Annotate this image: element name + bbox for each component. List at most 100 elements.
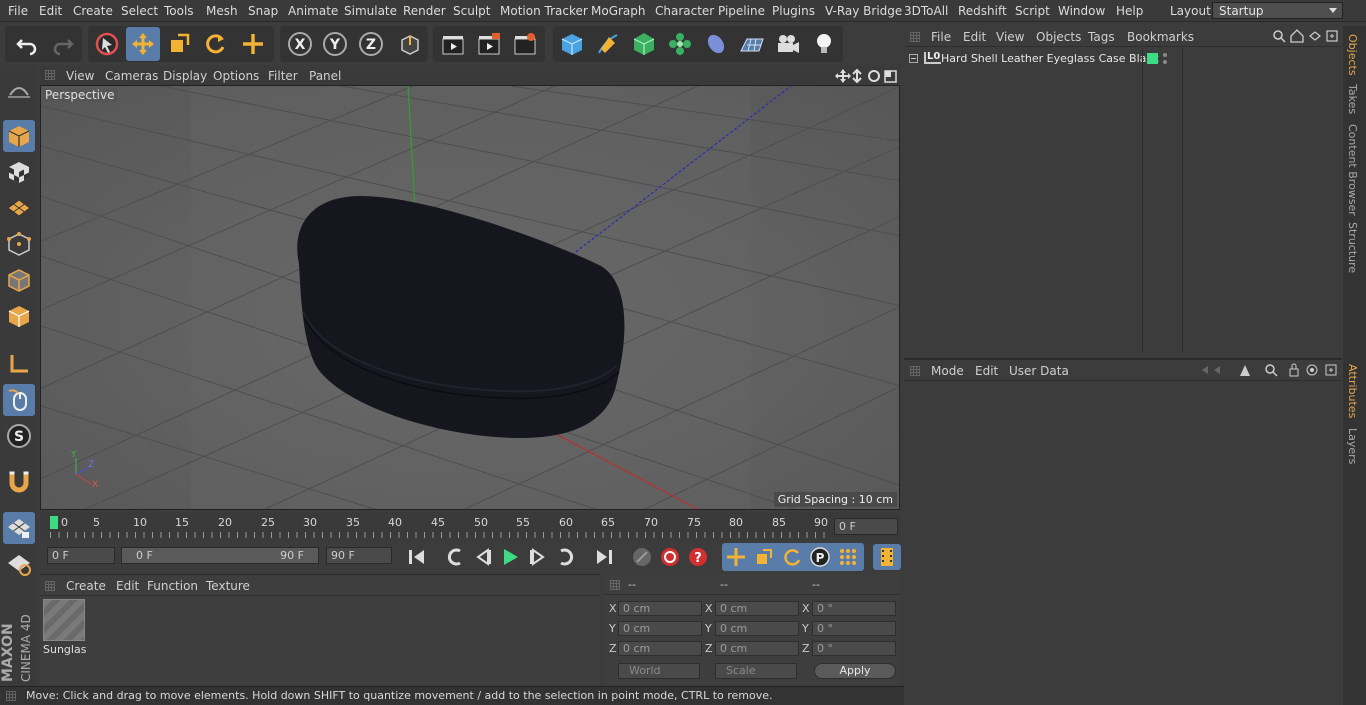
layer-color-swatch[interactable] (1147, 53, 1158, 64)
object-menu-file[interactable]: File (931, 30, 951, 44)
render-picture-viewer-button[interactable] (472, 27, 506, 61)
object-menu-tags[interactable]: Tags (1088, 30, 1115, 44)
range-slider[interactable]: 0 F 90 F (121, 547, 319, 564)
timeline-ruler[interactable]: 0 5 10 15 20 25 30 35 40 45 50 55 60 65 … (40, 512, 900, 542)
panel-grip-icon[interactable] (910, 366, 920, 376)
viewport-menu-options[interactable]: Options (213, 69, 259, 83)
position-z-field[interactable]: 0 cm (618, 641, 702, 656)
point-level-key-button[interactable] (834, 544, 862, 570)
autokey-button[interactable] (656, 544, 684, 570)
apply-button[interactable]: Apply (814, 663, 896, 679)
deformer-button[interactable] (699, 27, 733, 61)
live-select-button[interactable] (90, 27, 124, 61)
menu-redshift[interactable]: Redshift (958, 4, 1007, 18)
current-frame-field[interactable]: 0 F (834, 518, 898, 535)
tab-objects[interactable]: Objects (1346, 34, 1359, 76)
workplane-mode-button[interactable] (3, 192, 35, 224)
previous-frame-button[interactable] (469, 544, 497, 570)
play-button[interactable] (496, 544, 524, 570)
menu-create[interactable]: Create (73, 4, 113, 18)
go-to-end-button[interactable] (590, 544, 618, 570)
material-thumbnail[interactable] (43, 599, 85, 641)
playhead-marker[interactable] (50, 516, 58, 529)
end-frame-field[interactable]: 90 F (326, 547, 392, 564)
light-button[interactable] (807, 27, 841, 61)
axis-mode-button[interactable] (3, 348, 35, 380)
rotation-key-button[interactable] (778, 544, 806, 570)
object-menu-objects[interactable]: Objects (1036, 30, 1081, 44)
keyframe-selection-button[interactable]: ? (684, 544, 712, 570)
material-menu-function[interactable]: Function (147, 579, 198, 593)
rotation-p-field[interactable]: 0 ° (812, 621, 896, 636)
scale-button[interactable] (162, 27, 196, 61)
rotation-h-field[interactable]: 0 ° (812, 601, 896, 616)
menu-file[interactable]: File (8, 4, 28, 18)
pen-button[interactable] (591, 27, 625, 61)
y-axis-button[interactable]: Y (318, 27, 352, 61)
attribute-menu-mode[interactable]: Mode (931, 364, 964, 378)
position-y-field[interactable]: 0 cm (618, 621, 702, 636)
layout-dropdown[interactable]: Startup (1212, 2, 1343, 19)
menu-script[interactable]: Script (1015, 4, 1050, 18)
menu-mesh[interactable]: Mesh (206, 4, 238, 18)
object-menu-view[interactable]: View (996, 30, 1024, 44)
make-editable-button[interactable] (3, 74, 35, 106)
rotation-b-field[interactable]: 0 ° (812, 641, 896, 656)
model-mode-button[interactable] (3, 120, 35, 152)
cloner-button[interactable] (663, 27, 697, 61)
coordinate-system-button[interactable] (392, 27, 426, 61)
render-visibility-dot[interactable] (1163, 60, 1167, 64)
panel-grip-icon[interactable] (45, 581, 55, 591)
material-menu-create[interactable]: Create (66, 579, 106, 593)
x-axis-button[interactable]: X (283, 27, 317, 61)
object-row[interactable]: L0 Hard Shell Leather Eyeglass Case Blac… (904, 48, 1342, 69)
redo-button[interactable] (46, 27, 80, 61)
position-x-field[interactable]: 0 cm (618, 601, 702, 616)
magnet-button[interactable] (3, 466, 35, 498)
menu-vray-bridge[interactable]: V-Ray Bridge (825, 4, 902, 18)
attribute-manager-tool-icons[interactable] (1200, 363, 1340, 378)
add-tool-button[interactable] (236, 27, 270, 61)
size-y-field[interactable]: 0 cm (715, 621, 799, 636)
viewport-menu-filter[interactable]: Filter (268, 69, 298, 83)
object-manager-tool-icons[interactable] (1272, 29, 1340, 44)
menu-plugins[interactable]: Plugins (772, 4, 815, 18)
viewport-camera-label[interactable]: Perspective (43, 88, 117, 102)
size-x-field[interactable]: 0 cm (715, 601, 799, 616)
size-z-field[interactable]: 0 cm (715, 641, 799, 656)
workplane-align-button[interactable] (3, 548, 35, 580)
tab-attributes[interactable]: Attributes (1346, 364, 1359, 418)
attribute-menu-edit[interactable]: Edit (975, 364, 998, 378)
menu-animate[interactable]: Animate (288, 4, 338, 18)
z-axis-button[interactable]: Z (354, 27, 388, 61)
scale-key-button[interactable] (750, 544, 778, 570)
undo-button[interactable] (10, 27, 44, 61)
menu-pipeline[interactable]: Pipeline (718, 4, 765, 18)
ruler-track[interactable]: 0 5 10 15 20 25 30 35 40 45 50 55 60 65 … (50, 516, 830, 540)
menu-snap[interactable]: Snap (248, 4, 278, 18)
material-name[interactable]: Sunglas (43, 643, 86, 656)
3d-viewport[interactable]: Y Z X Perspective Grid Spacing : 10 cm (40, 85, 900, 510)
object-menu-edit[interactable]: Edit (963, 30, 986, 44)
viewport-menu-view[interactable]: View (66, 69, 94, 83)
position-key-button[interactable] (722, 544, 750, 570)
menu-mograph[interactable]: MoGraph (591, 4, 646, 18)
object-menu-bookmarks[interactable]: Bookmarks (1127, 30, 1194, 44)
go-to-start-button[interactable] (403, 544, 431, 570)
menu-tools[interactable]: Tools (164, 4, 194, 18)
menu-edit[interactable]: Edit (39, 4, 62, 18)
panel-grip-icon[interactable] (610, 580, 620, 590)
menu-render[interactable]: Render (403, 4, 446, 18)
viewport-menu-cameras[interactable]: Cameras (105, 69, 158, 83)
menu-help[interactable]: Help (1116, 4, 1143, 18)
rotate-button[interactable] (198, 27, 232, 61)
camera-button[interactable] (771, 27, 805, 61)
next-key-button[interactable] (552, 544, 580, 570)
panel-grip-icon[interactable] (45, 70, 55, 80)
panel-grip-icon[interactable] (910, 32, 920, 42)
menu-window[interactable]: Window (1058, 4, 1105, 18)
viewport-menu-display[interactable]: Display (163, 69, 207, 83)
menu-simulate[interactable]: Simulate (344, 4, 397, 18)
menu-sculpt[interactable]: Sculpt (453, 4, 490, 18)
viewport-nav-icons[interactable] (835, 68, 899, 84)
